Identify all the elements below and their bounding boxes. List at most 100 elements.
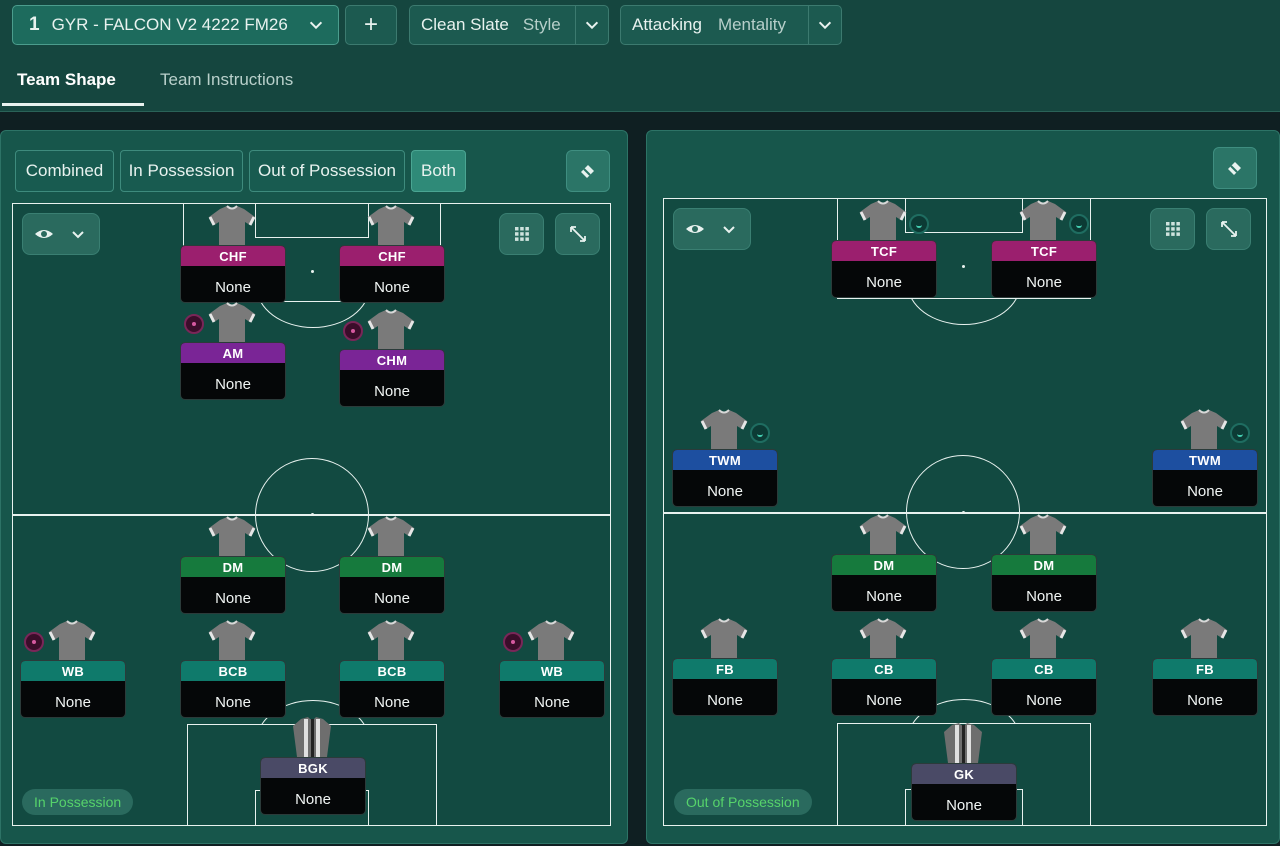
player-name: None [1187,482,1223,500]
role-label: CB [832,659,936,679]
role-badge-icon [1230,423,1250,443]
player-name: None [707,482,743,500]
player-card-body: TWM None [672,449,778,507]
segment-out-of-possession[interactable]: Out of Possession [249,150,405,192]
player-card-body: CB None [991,658,1097,716]
phase-tag: Out of Possession [674,789,812,815]
role-badge-icon [750,423,770,443]
role-badge-icon [1069,214,1089,234]
player-name: None [866,587,902,605]
role-label: GK [912,764,1016,784]
expand-icon [569,226,586,242]
player-card-body: DM None [991,554,1097,612]
player-name: None [295,790,331,808]
player-card-body: AM None [180,342,286,400]
grid-icon [514,227,529,241]
add-tactic-button[interactable]: + [345,5,397,45]
grid-toggle[interactable] [499,213,544,255]
style-label: Style [522,15,561,34]
role-label: CHF [181,246,285,266]
chevron-down-icon [300,16,332,34]
eye-icon [35,230,53,238]
shirt-icon [1018,200,1068,242]
centre-spot [311,513,314,516]
shirt-icon [1018,514,1068,556]
segment-both[interactable]: Both [411,150,466,192]
eye-icon [686,225,704,233]
player-card-body: BCB None [180,660,286,718]
eraser-icon[interactable] [1213,147,1257,189]
player-name: None [215,589,251,607]
player-card-body: WB None [499,660,605,718]
grid-toggle[interactable] [1150,208,1195,250]
role-label: TWM [673,450,777,470]
style-selector[interactable]: Clean Slate Style [409,5,609,45]
expand-button[interactable] [555,213,600,255]
role-label: BGK [261,758,365,778]
role-label: DM [832,555,936,575]
role-badge-icon [343,321,363,341]
player-name: None [374,693,410,711]
player-name: None [374,589,410,607]
player-name: None [1026,273,1062,291]
centre-spot [962,511,965,514]
role-label: DM [181,557,285,577]
shirt-icon [1179,409,1229,451]
shirt-icon [366,309,416,351]
shirt-icon [207,620,257,662]
role-label: CHF [340,246,444,266]
role-label: TWM [1153,450,1257,470]
eraser-icon[interactable] [566,150,610,192]
player-name: None [707,691,743,709]
shirt-icon [526,620,576,662]
grid-icon [1165,222,1180,236]
expand-icon [1220,221,1237,237]
chevron-down-icon [723,226,735,234]
tab-team-shape[interactable]: Team Shape [17,70,116,90]
mentality-selector[interactable]: Attacking Mentality [620,5,842,45]
mentality-value: Attacking [632,15,702,34]
shirt-icon [287,717,337,759]
segment-combined[interactable]: Combined [15,150,114,192]
shirt-icon [938,723,988,765]
role-label: AM [181,343,285,363]
tactic-name: GYR - FALCON V2 4222 FM26 [51,15,288,34]
penalty-spot-top [962,265,965,268]
tactic-selector[interactable]: 1 GYR - FALCON V2 4222 FM26 [12,5,339,45]
role-label: TCF [832,241,936,261]
penalty-spot-top [311,270,314,273]
player-name: None [534,693,570,711]
player-name: None [215,375,251,393]
player-name: None [374,278,410,296]
role-label: FB [673,659,777,679]
tab-team-instructions[interactable]: Team Instructions [160,70,293,90]
segment-in-possession[interactable]: In Possession [120,150,243,192]
shirt-icon [207,302,257,344]
player-name: None [374,382,410,400]
mentality-label: Mentality [717,15,786,34]
shirt-icon [366,516,416,558]
chevron-down-icon [576,16,608,34]
player-card-body: CB None [831,658,937,716]
role-label: BCB [340,661,444,681]
shirt-icon [207,205,257,247]
visibility-toggle[interactable] [673,208,751,250]
role-badge-icon [24,632,44,652]
top-toolbar: 1 GYR - FALCON V2 4222 FM26 + Clean Slat… [0,0,1280,52]
role-label: DM [340,557,444,577]
player-card-body: TWM None [1152,449,1258,507]
player-name: None [1026,691,1062,709]
visibility-toggle[interactable] [22,213,100,255]
role-label: CB [992,659,1096,679]
expand-button[interactable] [1206,208,1251,250]
chevron-down-icon [809,16,841,34]
tactic-slot-number: 1 [29,14,40,35]
shirt-icon [858,514,908,556]
role-label: TCF [992,241,1096,261]
player-card-body: GK None [911,763,1017,821]
player-name: None [1026,587,1062,605]
shirt-icon [366,620,416,662]
player-card-body: BCB None [339,660,445,718]
player-name: None [866,691,902,709]
player-card-body: BGK None [260,757,366,815]
